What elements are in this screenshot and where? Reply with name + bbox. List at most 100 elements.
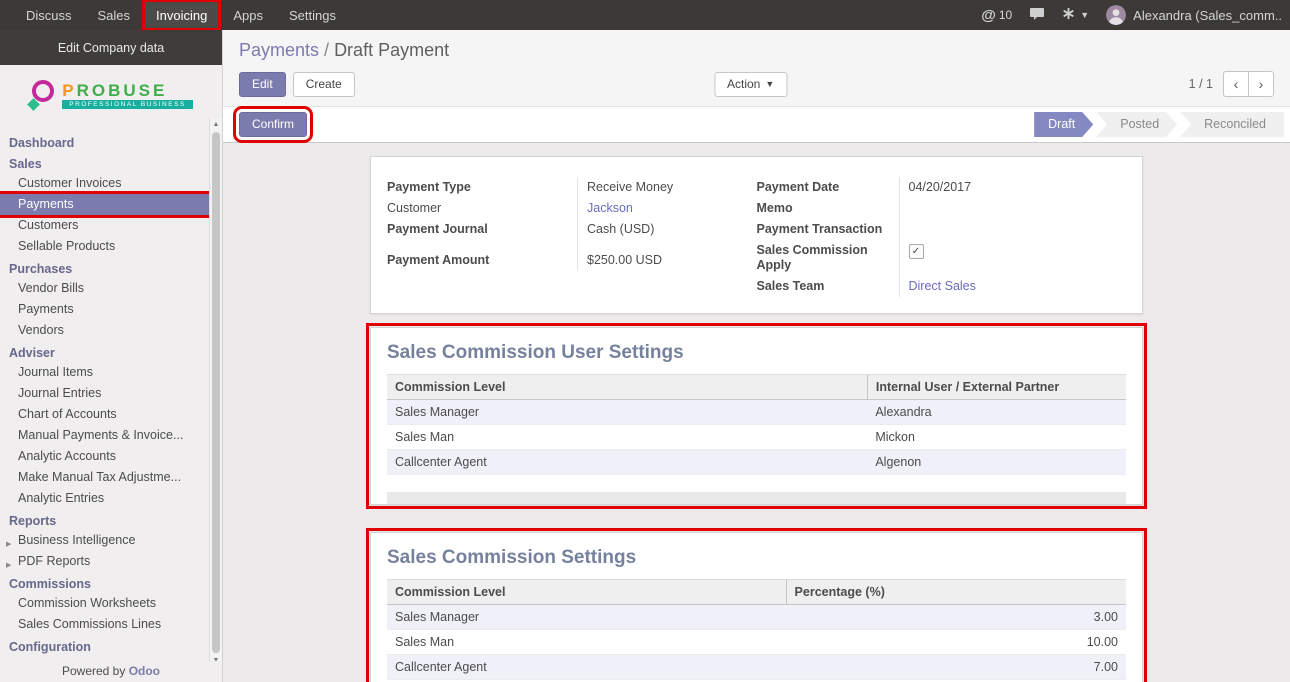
sidebar-section-configuration[interactable]: Configuration [0,635,209,656]
table-row[interactable]: Sales Man Mickon [387,425,1126,450]
column-header-percentage[interactable]: Percentage (%) [786,580,1126,605]
sidebar-item-analytic-entries[interactable]: Analytic Entries [0,488,209,509]
table-row[interactable]: Callcenter Agent Algenon [387,450,1126,475]
user-cell: Alexandra [867,400,1126,425]
create-button[interactable]: Create [293,72,355,97]
messages-button[interactable] [1029,7,1045,24]
sidebar-item-make-manual-tax-adjustment[interactable]: Make Manual Tax Adjustme... [0,467,209,488]
company-logo: PROBUSE PROFESSIONAL BUSINESS [0,65,222,125]
sidebar-item-vendors[interactable]: Vendors [0,320,209,341]
commission-level-cell: Callcenter Agent [387,655,786,680]
table-row[interactable]: Sales Manager Alexandra [387,400,1126,425]
user-name: Alexandra (Sales_comm.. [1133,8,1282,23]
menu-sales[interactable]: Sales [85,0,144,30]
breadcrumb-payments-link[interactable]: Payments [239,40,319,60]
memo-label: Memo [757,198,899,219]
percentage-cell: 3.00 [786,605,1126,630]
sidebar-item-vendor-bills[interactable]: Vendor Bills [0,278,209,299]
pager-previous-button[interactable]: ‹ [1223,71,1249,97]
control-panel: Payments/Draft Payment Edit Create Actio… [223,30,1290,106]
payment-amount-value: $250.00 USD [577,240,741,271]
column-header-commission-level[interactable]: Commission Level [387,580,786,605]
scroll-up-icon[interactable]: ▲ [213,118,220,131]
chevron-down-icon: ▼ [765,78,774,91]
layout: Edit Company data PROBUSE PROFESSIONAL B… [0,30,1290,682]
memo-value [899,198,1127,219]
sidebar-section-purchases[interactable]: Purchases [0,257,209,278]
table-row[interactable]: Callcenter Agent 7.00 [387,655,1126,680]
payment-transaction-value [899,219,1127,240]
commission-settings-section: Sales Commission Settings Commission Lev… [370,532,1143,682]
table-row[interactable]: Sales Man 10.00 [387,630,1126,655]
odoo-link[interactable]: Odoo [129,664,160,678]
sidebar-item-customers[interactable]: Customers [0,215,209,236]
commission-level-cell: Sales Manager [387,605,786,630]
main-panel: Payments/Draft Payment Edit Create Actio… [223,30,1290,682]
menu-settings[interactable]: Settings [276,0,349,30]
sidebar-item-analytic-accounts[interactable]: Analytic Accounts [0,446,209,467]
sales-team-link[interactable]: Direct Sales [909,279,976,293]
menu-discuss[interactable]: Discuss [13,0,85,30]
table-row[interactable]: Sales Manager 3.00 [387,605,1126,630]
status-step-posted[interactable]: Posted [1096,112,1177,137]
probuse-logo-icon [29,80,55,110]
payment-date-value: 04/20/2017 [899,177,1127,198]
pager-next-button[interactable]: › [1248,71,1274,97]
notification-count: 10 [999,8,1012,22]
sidebar-item-chart-of-accounts[interactable]: Chart of Accounts [0,404,209,425]
sidebar-item-journal-items[interactable]: Journal Items [0,362,209,383]
edit-button[interactable]: Edit [239,72,286,97]
customer-label: Customer [387,198,577,219]
menu-apps[interactable]: Apps [220,0,276,30]
sidebar-section-dashboard[interactable]: Dashboard [0,131,209,152]
sidebar-item-sellable-products[interactable]: Sellable Products [0,236,209,257]
sidebar-section-sales[interactable]: Sales [0,152,209,173]
column-header-commission-level[interactable]: Commission Level [387,375,867,400]
edit-company-data-button[interactable]: Edit Company data [0,30,222,65]
form-left-group: Payment Type Receive Money Customer Jack… [387,177,757,297]
sidebar-item-commission-worksheets[interactable]: Commission Worksheets [0,593,209,614]
status-steps: Draft Posted Reconciled [1034,112,1284,137]
breadcrumb-separator: / [319,40,334,60]
user-menu[interactable]: Alexandra (Sales_comm.. [1106,5,1282,25]
section-title-user-settings: Sales Commission User Settings [387,342,1126,364]
sidebar-section-commissions[interactable]: Commissions [0,572,209,593]
scrollbar-thumb[interactable] [212,132,220,653]
confirm-button[interactable]: Confirm [239,112,307,137]
payment-form-sheet: Payment Type Receive Money Customer Jack… [370,156,1143,314]
sidebar-scrollbar[interactable]: ▲ ▼ [209,118,222,667]
sidebar-item-customer-invoices[interactable]: Customer Invoices [0,173,209,194]
sidebar-item-payments[interactable]: Payments [0,194,209,215]
logo-title: PROBUSE [62,82,167,99]
column-header-internal-user[interactable]: Internal User / External Partner [867,375,1126,400]
status-step-draft[interactable]: Draft [1034,112,1093,137]
percentage-cell: 7.00 [786,655,1126,680]
expand-arrow-icon[interactable]: ▶ [6,558,11,573]
avatar [1106,5,1126,25]
sidebar-section-reports[interactable]: Reports [0,509,209,530]
expand-arrow-icon[interactable]: ▶ [6,537,11,552]
sales-commission-apply-checkbox[interactable]: ✓ [909,244,924,259]
action-dropdown-button[interactable]: Action ▼ [714,72,787,97]
sidebar-section-adviser[interactable]: Adviser [0,341,209,362]
logo-subtitle: PROFESSIONAL BUSINESS [62,100,193,109]
action-label: Action [727,78,760,91]
annotation-box-user-settings: Sales Commission User Settings Commissio… [366,323,1147,509]
status-step-reconciled[interactable]: Reconciled [1180,112,1284,137]
sidebar-item-journal-entries[interactable]: Journal Entries [0,383,209,404]
notifications-button[interactable]: @ 10 [981,7,1012,24]
sidebar-item-sales-commissions-lines[interactable]: Sales Commissions Lines [0,614,209,635]
empty-row [387,475,1126,493]
sidebar-item-pdf-reports[interactable]: ▶PDF Reports [0,551,209,572]
payment-amount-label: Payment Amount [387,240,577,271]
sidebar-item-business-intelligence[interactable]: ▶Business Intelligence [0,530,209,551]
commission-level-cell: Callcenter Agent [387,450,867,475]
screen: Discuss Sales Invoicing Apps Settings @ … [0,0,1290,682]
sidebar-item-payments-purchases[interactable]: Payments [0,299,209,320]
powered-by-text: Powered by [62,664,125,678]
systray-star-button[interactable]: ▼ [1062,7,1089,23]
menu-invoicing[interactable]: Invoicing [143,0,220,30]
form-right-group: Payment Date 04/20/2017 Memo Payment Tra… [757,177,1127,297]
customer-link[interactable]: Jackson [587,201,633,215]
sidebar-item-manual-payments-invoice[interactable]: Manual Payments & Invoice... [0,425,209,446]
